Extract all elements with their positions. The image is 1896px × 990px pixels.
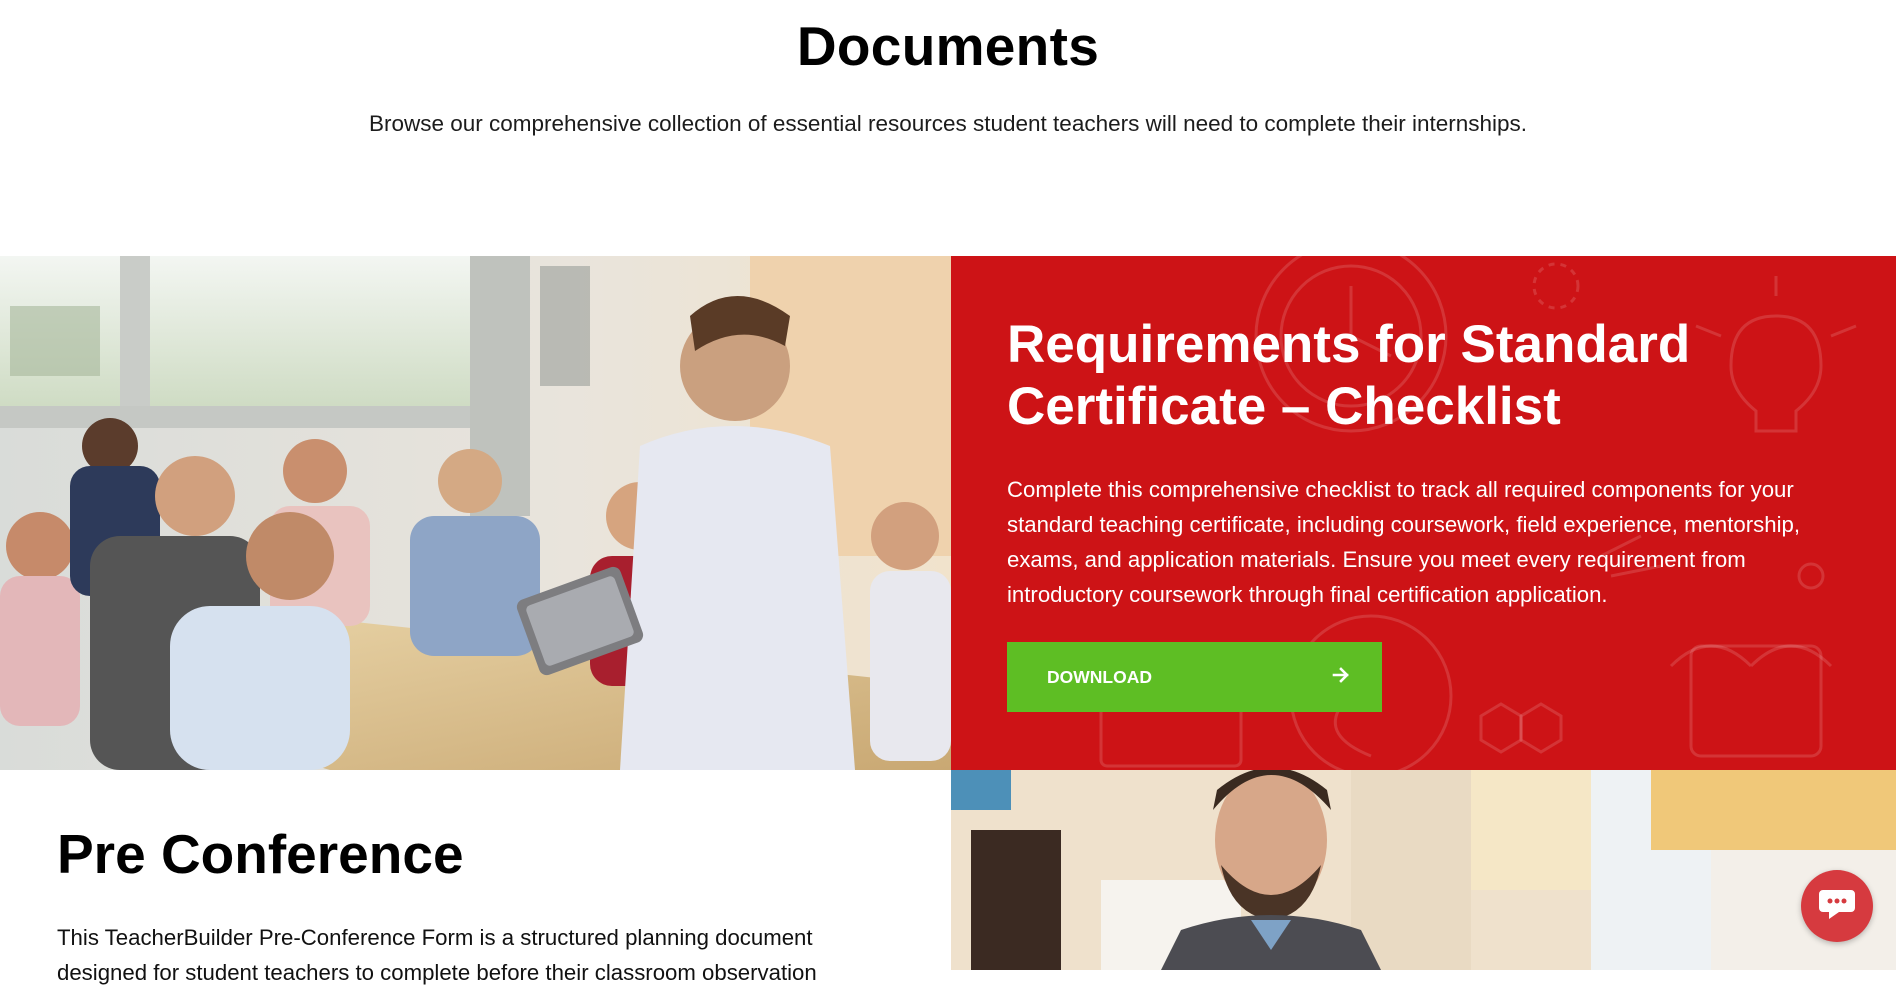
download-button[interactable]: DOWNLOAD (1007, 642, 1382, 712)
checklist-description: Complete this comprehensive checklist to… (1007, 477, 1801, 607)
certificate-checklist-card: Requirements for Standard Certificate – … (951, 256, 1896, 770)
chat-button[interactable] (1801, 870, 1873, 942)
chat-bubble-icon (1817, 886, 1857, 927)
teacher-portrait-photo (951, 770, 1896, 970)
classroom-photo (0, 256, 951, 770)
arrow-right-icon (1332, 664, 1350, 690)
page-intro: Browse our comprehensive collection of e… (368, 111, 1528, 136)
pre-conference-description: This TeacherBuilder Pre-Conference Form … (57, 925, 817, 985)
download-button-label: DOWNLOAD (1047, 666, 1152, 687)
checklist-title: Requirements for Standard Certificate – … (1007, 315, 1691, 436)
pre-conference-title: Pre Conference (57, 823, 464, 885)
page-title: Documents (796, 15, 1100, 77)
